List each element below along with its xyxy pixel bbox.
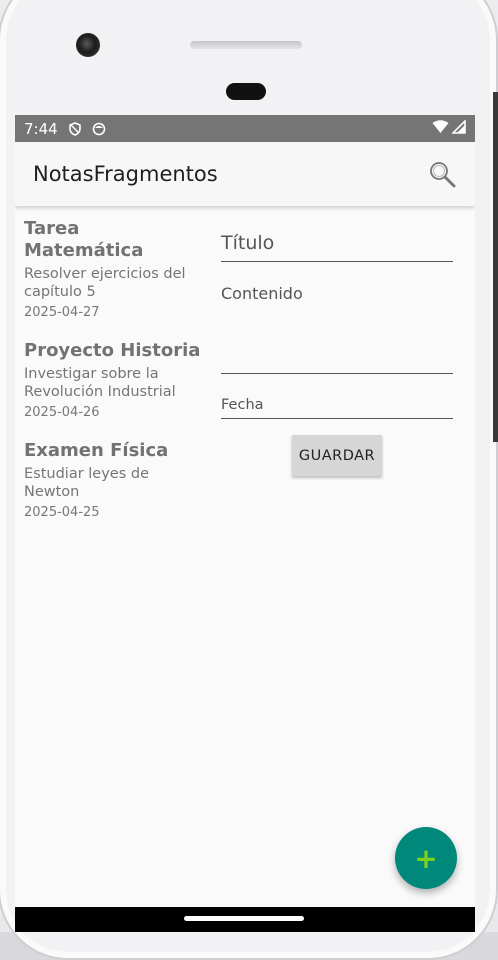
search-icon[interactable] <box>427 159 457 189</box>
save-button[interactable]: GUARDAR <box>292 435 382 476</box>
list-item[interactable]: Examen Física Estudiar leyes de Newton 2… <box>24 440 204 520</box>
date-input[interactable]: Fecha <box>221 397 453 419</box>
front-camera <box>76 33 100 57</box>
note-date: 2025-04-26 <box>24 405 100 420</box>
status-right <box>432 118 466 138</box>
note-date: 2025-04-27 <box>24 305 100 320</box>
shield-icon <box>68 121 82 136</box>
home-gesture-handle[interactable] <box>184 916 304 921</box>
add-note-button[interactable]: + <box>395 827 457 889</box>
list-item[interactable]: Tarea Matemática Resolver ejercicios del… <box>24 218 204 320</box>
app-title: NotasFragmentos <box>33 162 218 186</box>
status-bar: 7:44 <box>15 115 475 142</box>
earpiece-speaker <box>190 41 302 49</box>
proximity-sensor <box>226 83 266 100</box>
app-bar: NotasFragmentos <box>15 142 475 206</box>
wifi-icon <box>432 119 449 138</box>
signal-icon <box>451 118 466 138</box>
phone-frame: 7:44 NotasFragmentos Tarea Matemática Re… <box>0 0 498 960</box>
side-button <box>493 92 498 442</box>
title-input[interactable]: Título <box>221 228 453 262</box>
content-input[interactable]: Contenido <box>221 284 453 374</box>
screen: 7:44 NotasFragmentos Tarea Matemática Re… <box>15 115 475 932</box>
note-title: Examen Física <box>24 440 169 461</box>
navigation-bar <box>15 907 475 932</box>
note-form: Título Contenido Fecha GUARDAR <box>221 228 453 476</box>
notes-list: Tarea Matemática Resolver ejercicios del… <box>24 218 204 540</box>
list-item[interactable]: Proyecto Historia Investigar sobre la Re… <box>24 340 204 420</box>
status-time: 7:44 <box>24 119 58 138</box>
main-content: Tarea Matemática Resolver ejercicios del… <box>15 206 475 905</box>
note-body: Estudiar leyes de Newton <box>24 466 150 500</box>
note-date: 2025-04-25 <box>24 505 100 520</box>
face-icon <box>92 122 106 136</box>
note-title: Tarea Matemática <box>24 218 144 261</box>
note-title: Proyecto Historia <box>24 340 201 361</box>
note-body: Resolver ejercicios del capítulo 5 <box>24 266 186 300</box>
note-body: Investigar sobre la Revolución Industria… <box>24 366 176 400</box>
plus-icon: + <box>414 841 438 875</box>
